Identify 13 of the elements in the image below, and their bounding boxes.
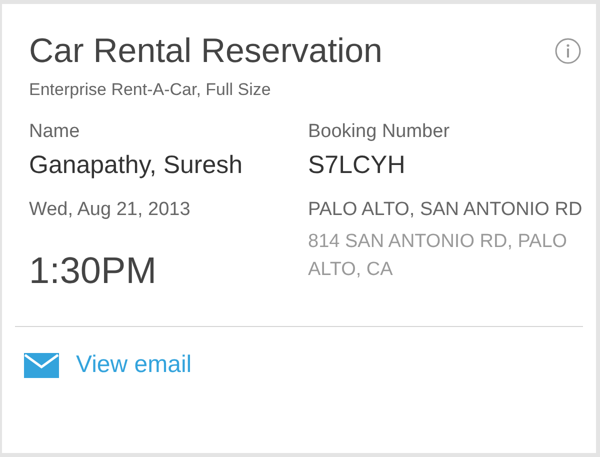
pickup-date: Wed, Aug 21, 2013 [29,198,192,222]
info-icon[interactable] [555,38,581,64]
field-label: Name [29,120,81,144]
view-email-link[interactable]: View email [76,351,192,379]
field-label: Booking Number [308,120,451,144]
mail-icon [24,352,59,378]
pickup-location: PALO ALTO, SAN ANTONIO RD [308,198,584,222]
pickup-address: 814 SAN ANTONIO RD, PALO ALTO, CA [308,230,568,282]
card-subtitle: Enterprise Rent-A-Car, Full Size [29,80,272,100]
booking-number: S7LCYH [308,150,406,180]
pickup-time: 1:30PM [29,250,158,292]
card-title: Car Rental Reservation [29,31,382,72]
name-value: Ganapathy, Suresh [29,150,244,180]
